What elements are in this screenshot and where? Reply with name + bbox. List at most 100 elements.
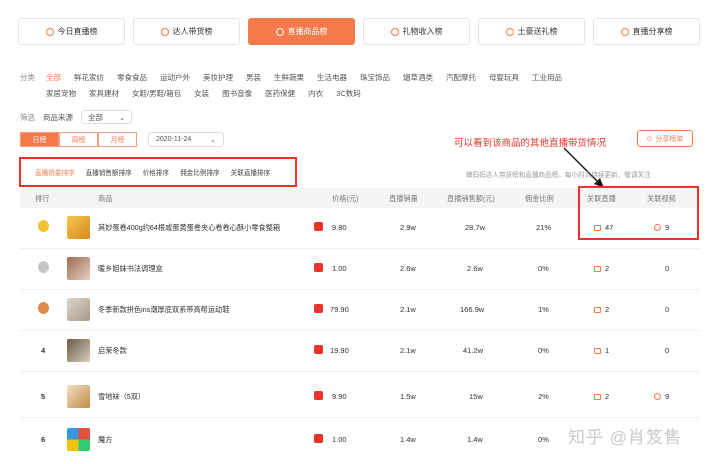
category-item[interactable]: 零食食品	[117, 72, 147, 83]
tab-big-spender[interactable]: 土豪送礼榜	[478, 18, 585, 45]
table-row[interactable]: 5 雪地袜（5双） 9.90 1.5w 15w 2% 2 9	[20, 377, 700, 418]
period-monthly[interactable]: 月榜	[98, 132, 137, 147]
category-item[interactable]: 母婴玩具	[489, 72, 519, 83]
sort-by-related-live[interactable]: 关联直播排序	[231, 167, 271, 177]
category-item[interactable]: 运动户外	[160, 72, 190, 83]
related-live-cell[interactable]: 1	[594, 346, 609, 355]
price-cell: 9.80	[332, 223, 347, 232]
revenue-cell: 166.9w	[460, 305, 485, 314]
table-row[interactable]: 4 启茉冬款 19.90 2.1w 41.2w 0% 1 0	[20, 331, 700, 372]
tab-today-live[interactable]: 今日直播榜	[18, 18, 125, 45]
diamond-icon	[505, 27, 514, 36]
tab-live-share[interactable]: 直播分享榜	[593, 18, 700, 45]
bronze-medal-icon	[38, 302, 49, 314]
tab-live-products[interactable]: 直播商品榜	[248, 18, 355, 45]
header-price[interactable]: 价格(元)	[332, 194, 358, 204]
ranking-tabs: 今日直播榜 达人带货榜 直播商品榜 礼物收入榜 土豪送礼榜 直播分享榜	[18, 18, 700, 45]
product-thumbnail[interactable]	[67, 216, 90, 239]
live-icon	[594, 266, 601, 272]
source-select[interactable]: 全部 ⌄	[81, 110, 133, 124]
category-item[interactable]: 美妆护理	[203, 72, 233, 83]
date-select[interactable]: 2020-11-24 ⌄	[148, 132, 224, 147]
rank-number: 6	[41, 435, 46, 444]
product-name[interactable]: 暖乡姐妹书法调理盒	[98, 264, 163, 274]
chevron-down-icon: ⌄	[210, 136, 216, 144]
category-item[interactable]: 女装	[194, 88, 209, 99]
related-video-cell: 0	[665, 264, 670, 273]
product-thumbnail[interactable]	[67, 298, 90, 321]
sort-by-revenue[interactable]: 直播销售额排序	[86, 167, 132, 177]
price-cell: 1.00	[332, 264, 347, 273]
category-item[interactable]: 3C数码	[336, 88, 361, 99]
platform-tag-icon	[314, 263, 323, 272]
commission-cell: 21%	[536, 223, 552, 232]
product-name[interactable]: 其妙蛋卷400g约64根咸蛋黄蛋卷夹心卷卷心酥小零食整箱	[98, 223, 280, 233]
period-tabs: 日榜 周榜 月榜	[20, 132, 137, 147]
watermark: 知乎 @肖笈售	[568, 428, 682, 447]
related-live-cell[interactable]: 2	[594, 392, 609, 401]
category-item[interactable]: 珠宝饰品	[360, 72, 390, 83]
category-item[interactable]: 汽配摩托	[446, 72, 476, 83]
product-thumbnail[interactable]	[67, 257, 90, 280]
tab-gift-income[interactable]: 礼物收入榜	[363, 18, 470, 45]
sales-cell: 1.4w	[400, 435, 416, 444]
live-icon	[594, 307, 601, 313]
commission-cell: 0%	[538, 346, 549, 355]
product-thumbnail[interactable]	[67, 385, 90, 408]
category-item[interactable]: 工业用品	[532, 72, 562, 83]
filter-label: 筛选	[20, 112, 35, 122]
product-name[interactable]: 冬季新款拼色ins潮厚底双系带高帮运动鞋	[98, 305, 229, 315]
rank-number: 5	[41, 392, 46, 401]
table-row[interactable]: 冬季新款拼色ins潮厚底双系带高帮运动鞋 79.90 2.1w 166.9w 1…	[20, 290, 700, 331]
category-item[interactable]: 家居宠物	[46, 88, 76, 99]
price-cell: 9.90	[332, 392, 347, 401]
category-item[interactable]: 家具建材	[89, 88, 119, 99]
category-item[interactable]: 男装	[246, 72, 261, 83]
product-thumbnail[interactable]	[67, 428, 90, 451]
header-commission[interactable]: 佣金比例	[525, 194, 554, 204]
category-item[interactable]: 图书音像	[222, 88, 252, 99]
revenue-cell: 1.4w	[467, 435, 483, 444]
price-cell: 1.00	[332, 435, 347, 444]
tab-influencer-sales[interactable]: 达人带货榜	[133, 18, 240, 45]
platform-tag-icon	[314, 304, 323, 313]
category-item[interactable]: 生鲜蔬果	[274, 72, 304, 83]
related-live-cell[interactable]: 2	[594, 305, 609, 314]
category-item[interactable]: 生活电器	[317, 72, 347, 83]
share-icon: ⊙	[646, 135, 653, 143]
sort-by-sales[interactable]: 直播销量排序	[35, 167, 75, 177]
sort-by-commission[interactable]: 佣金比例排序	[180, 167, 220, 177]
period-daily[interactable]: 日榜	[20, 132, 59, 147]
gold-medal-icon	[38, 220, 49, 232]
price-cell: 19.90	[330, 346, 349, 355]
period-weekly[interactable]: 周榜	[59, 132, 98, 147]
revenue-cell: 15w	[469, 392, 483, 401]
category-item[interactable]: 医药保健	[265, 88, 295, 99]
header-sales[interactable]: 直播销量	[389, 194, 418, 204]
related-video-cell[interactable]: 9	[654, 392, 669, 401]
category-item[interactable]: 鲜花家纺	[74, 72, 104, 83]
live-icon	[594, 348, 601, 354]
product-name[interactable]: 魔方	[98, 435, 112, 445]
table-row[interactable]: 暖乡姐妹书法调理盒 1.00 2.6w 2.6w 0% 2 0	[20, 249, 700, 290]
related-live-cell[interactable]: 2	[594, 264, 609, 273]
related-video-cell: 0	[665, 305, 670, 314]
share-button[interactable]: ⊙ 分享榜单	[637, 130, 693, 147]
product-thumbnail[interactable]	[67, 339, 90, 362]
category-item[interactable]: 全部	[46, 72, 61, 83]
category-item[interactable]: 女鞋/男鞋/箱包	[132, 88, 181, 99]
sales-cell: 2.1w	[400, 346, 416, 355]
sort-by-price[interactable]: 价格排序	[143, 167, 169, 177]
product-name[interactable]: 启茉冬款	[98, 346, 127, 356]
sort-options: 直播销量排序 直播销售额排序 价格排序 佣金比例排序 关联直播排序	[19, 157, 297, 187]
sales-cell: 2.1w	[400, 305, 416, 314]
product-name[interactable]: 雪地袜（5双）	[98, 392, 145, 402]
commission-cell: 1%	[538, 305, 549, 314]
sales-cell: 1.5w	[400, 392, 416, 401]
category-item[interactable]: 内衣	[308, 88, 323, 99]
category-item[interactable]: 烟草酒类	[403, 72, 433, 83]
header-revenue[interactable]: 直播销售额(元)	[447, 194, 495, 204]
platform-tag-icon	[314, 391, 323, 400]
platform-tag-icon	[314, 345, 323, 354]
play-icon	[654, 393, 661, 400]
